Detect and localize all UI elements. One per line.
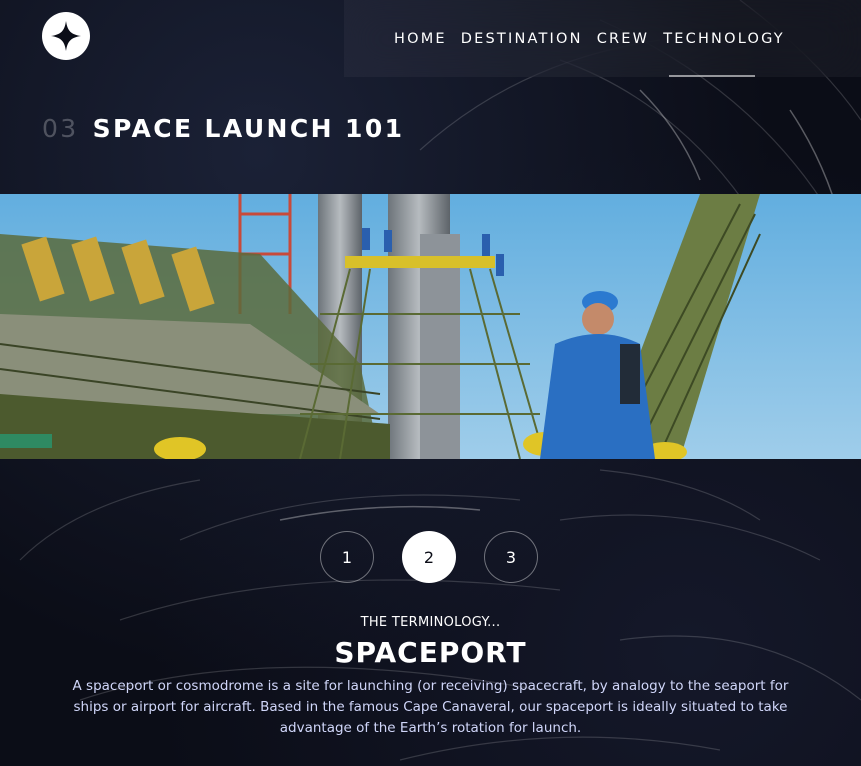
nav-item-home[interactable]: HOME — [394, 0, 447, 77]
page-button-3[interactable]: 3 — [484, 531, 538, 583]
logo[interactable] — [42, 12, 90, 60]
nav-item-crew[interactable]: CREW — [597, 0, 650, 77]
launch-pad-image — [0, 194, 861, 459]
nav-item-technology[interactable]: TECHNOLOGY — [663, 0, 785, 77]
technology-photo — [0, 194, 861, 459]
page-button-2[interactable]: 2 — [402, 531, 456, 583]
slide-pager: 1 2 3 — [320, 531, 566, 583]
page-number: 03 — [42, 114, 79, 143]
terminology-label: THE TERMINOLOGY... — [360, 615, 501, 630]
main-navigation: HOME DESTINATION CREW TECHNOLOGY — [344, 0, 861, 77]
page-heading: 03 SPACE LAUNCH 101 — [42, 114, 404, 143]
page-button-1[interactable]: 1 — [320, 531, 374, 583]
page-title: SPACE LAUNCH 101 — [92, 114, 405, 143]
nav-item-destination[interactable]: DESTINATION — [461, 0, 583, 77]
technology-description: A spaceport or cosmodrome is a site for … — [72, 678, 789, 736]
technology-name: SPACEPORT — [334, 636, 527, 669]
four-point-star-icon — [51, 21, 81, 51]
